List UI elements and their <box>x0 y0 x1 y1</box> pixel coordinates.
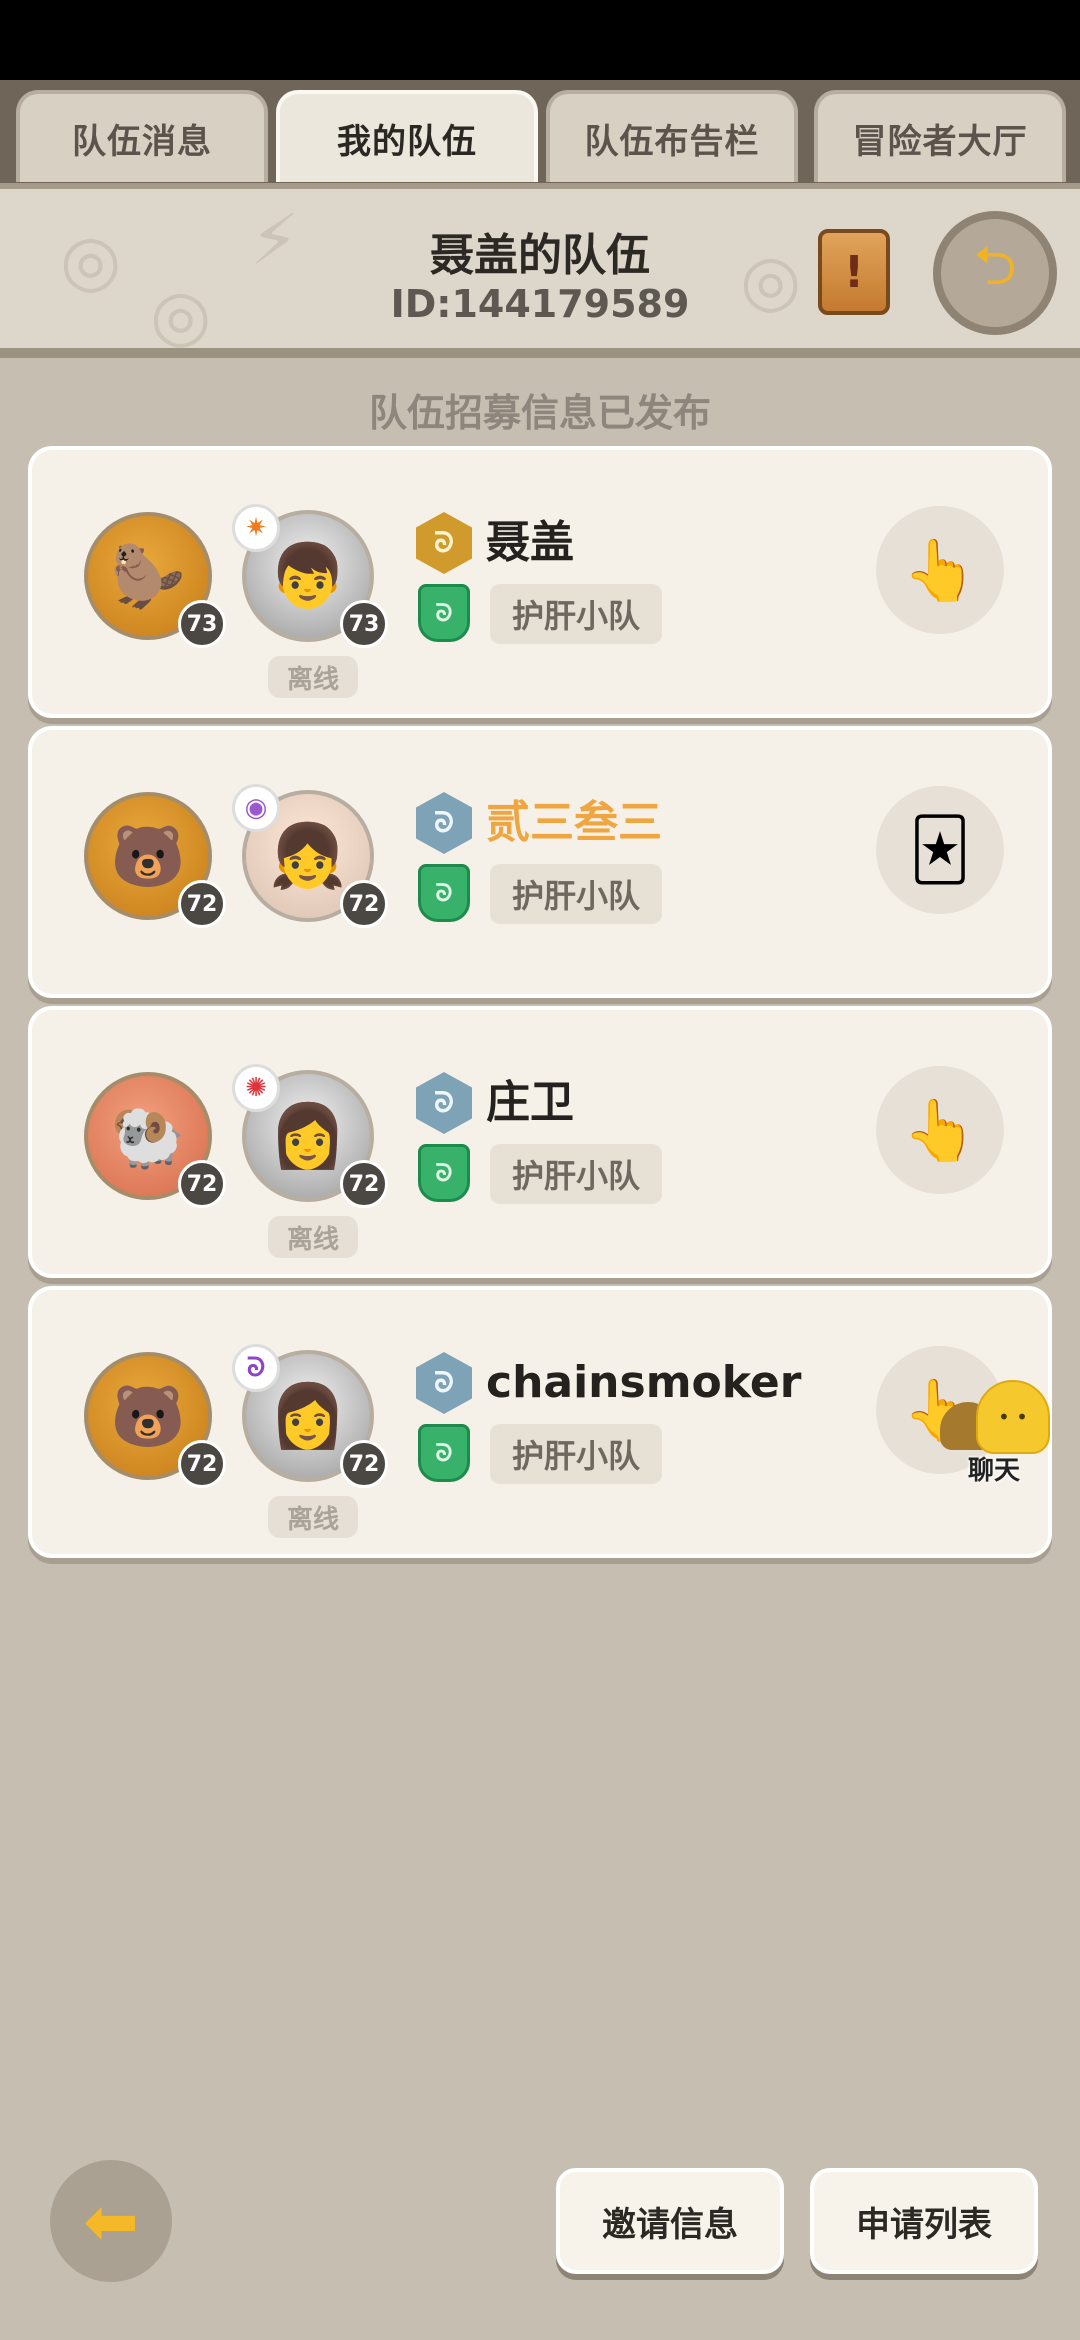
guild-banner-icon: ᘐ <box>418 584 470 642</box>
gesture-icon: 👆 <box>902 1095 978 1166</box>
gesture-icon: 👆 <box>902 535 978 606</box>
fire-element-icon: ✺ <box>232 1064 280 1112</box>
offline-status: 离线 <box>268 1216 358 1258</box>
player-level-badge: 72 <box>340 1440 388 1488</box>
guild-tag: 护肝小队 <box>490 864 662 924</box>
pet-level-badge: 72 <box>178 1440 226 1488</box>
pet-level-badge: 72 <box>178 1160 226 1208</box>
offline-status: 离线 <box>268 1496 358 1538</box>
team-name: 聂盖的队伍 <box>430 230 650 281</box>
tab-team-bulletin[interactable]: 队伍布告栏 <box>546 90 798 182</box>
guild-banner-icon: ᘐ <box>418 1424 470 1482</box>
guild-banner-icon: ᘐ <box>418 1144 470 1202</box>
back-button[interactable]: ⬅ <box>50 2160 172 2282</box>
chat-face-icon: • • <box>976 1380 1050 1454</box>
gesture-button[interactable]: 👆 <box>876 1066 1004 1194</box>
exit-team-button[interactable]: ⮌ <box>933 211 1057 335</box>
psychic-element-icon: ◉ <box>232 784 280 832</box>
wind-element-icon: ᘐ <box>232 1344 280 1392</box>
card-gesture-button[interactable]: 🃏 <box>876 786 1004 914</box>
player-level-badge: 72 <box>340 880 388 928</box>
guild-tag: 护肝小队 <box>490 584 662 644</box>
apply-list-button[interactable]: 申请列表 <box>810 2168 1038 2274</box>
member-card: 🐏 72 👩 ✺ 72 离线 ᘐ 庄卫 ᘐ 护肝小队 👆 <box>28 1006 1052 1278</box>
tab-adventurer-hall[interactable]: 冒险者大厅 <box>814 90 1066 182</box>
card-gesture-icon: 🃏 <box>909 815 971 885</box>
tab-bar: 队伍消息 我的队伍 队伍布告栏 冒险者大厅 <box>0 80 1080 185</box>
recruit-status-text: 队伍招募信息已发布 <box>368 391 711 435</box>
guild-tag: 护肝小队 <box>490 1144 662 1204</box>
member-card: 🐻 72 👩 ᘐ 72 离线 ᘐ chainsmoker ᘐ 护肝小队 👆 <box>28 1286 1052 1558</box>
offline-status: 离线 <box>268 656 358 698</box>
gesture-button[interactable]: 👆 <box>876 506 1004 634</box>
pet-level-badge: 72 <box>178 880 226 928</box>
guild-banner-icon: ᘐ <box>418 864 470 922</box>
silver-rank-icon: ᘐ <box>416 792 472 854</box>
member-card: 🦫 73 👦 ✷ 73 离线 ᘐ 聂盖 ᘐ 护肝小队 👆 <box>28 446 1052 718</box>
chat-label: 聊天 <box>967 1456 1020 1486</box>
member-name: 聂盖 <box>486 517 574 568</box>
chat-button[interactable]: • • 聊天 <box>934 1380 1054 1490</box>
player-level-badge: 73 <box>340 600 388 648</box>
status-bar <box>0 0 1080 80</box>
scroll-notice-icon[interactable]: ! <box>818 229 890 315</box>
player-level-badge: 72 <box>340 1160 388 1208</box>
member-name: 贰三叁三 <box>486 797 662 848</box>
silver-rank-icon: ᘐ <box>416 1072 472 1134</box>
member-name: 庄卫 <box>486 1077 574 1128</box>
back-arrow-icon: ⬅ <box>83 2182 139 2260</box>
invite-info-button[interactable]: 邀请信息 <box>556 2168 784 2274</box>
member-name: chainsmoker <box>486 1357 802 1408</box>
member-card: 🐻 72 👧 ◉ 72 ᘐ 贰三叁三 ᘐ 护肝小队 🃏 <box>28 726 1052 998</box>
guild-tag: 护肝小队 <box>490 1424 662 1484</box>
team-id: ID:144179589 <box>390 282 690 326</box>
team-header: ◎ ⚡ ◎ ◎ 聂盖的队伍 ID:144179589 ! ⮌ <box>0 183 1080 358</box>
pet-level-badge: 73 <box>178 600 226 648</box>
exit-team-icon: ⮌ <box>973 234 1017 297</box>
fire-element-icon: ✷ <box>232 504 280 552</box>
silver-rank-icon: ᘐ <box>416 1352 472 1414</box>
tab-my-team[interactable]: 我的队伍 <box>276 90 538 182</box>
tab-team-messages[interactable]: 队伍消息 <box>16 90 268 182</box>
gold-rank-icon: ᘐ <box>416 512 472 574</box>
